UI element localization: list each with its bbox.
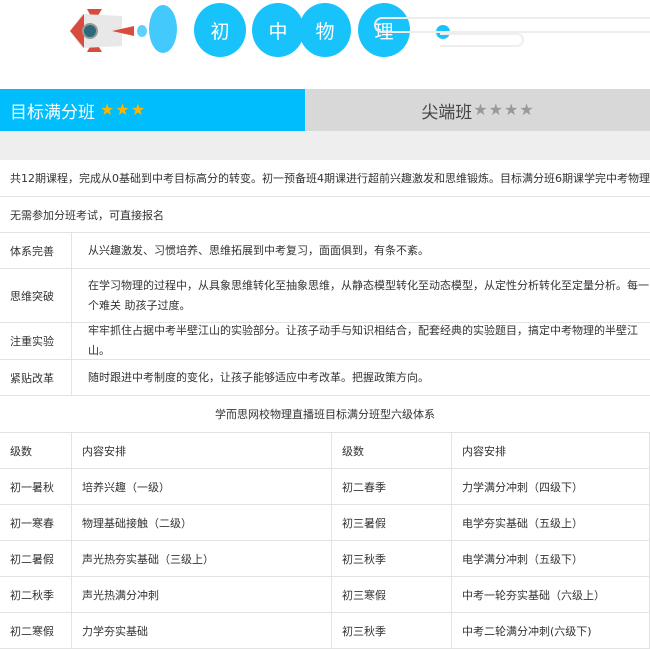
feature-text: 在学习物理的过程中，从具象思维转化至抽象思维，从静态模型转化至动态模型，从定性分… xyxy=(88,278,649,312)
star-icon: ★ xyxy=(100,100,115,119)
feature-text: 随时跟进中考制度的变化，让孩子能够适应中考改革。把握政策方向。 xyxy=(88,370,429,384)
table-cell: 初三寒假 xyxy=(332,577,452,612)
table-cell: 初三暑假 xyxy=(332,505,452,540)
feature-text: 牢牢抓住占据中考半壁江山的实验部分。让孩子动手与知识相结合，配套经典的实验题目，… xyxy=(88,324,638,357)
table-cell: 声光热夯实基础（三级上） xyxy=(72,541,332,576)
title-char: 中 xyxy=(255,6,301,54)
feature-label: 体系完善 xyxy=(0,233,72,268)
feature-text: 从兴趣激发、习惯培养、思维拓展到中考复习，面面俱到，有条不紊。 xyxy=(88,243,429,257)
table-cell: 初一寒春 xyxy=(0,505,72,540)
class-tabs: 目标满分班 ★★★ 尖端班 ★★★★ xyxy=(0,89,650,131)
tab-label: 目标满分班 xyxy=(10,102,95,123)
table-cell: 中考一轮夯实基础（六级上） xyxy=(452,577,650,612)
divider-strip xyxy=(0,131,650,160)
table-cell: 初三秋季 xyxy=(332,613,452,648)
table-cell: 中考二轮满分冲刺(六级下) xyxy=(452,613,650,648)
rocket-icon xyxy=(70,5,177,53)
tab-top-class[interactable]: 尖端班 ★★★★ xyxy=(305,89,650,131)
table-cell: 物理基础接触（二级） xyxy=(72,505,332,540)
decor-line xyxy=(440,33,524,47)
table-row: 初二秋季 声光热满分冲刺 初三寒假 中考一轮夯实基础（六级上） xyxy=(0,577,650,613)
table-cell: 初二秋季 xyxy=(0,577,72,612)
decor-line xyxy=(374,17,650,33)
table-cell: 力学满分冲刺（四级下） xyxy=(452,469,650,504)
column-header: 级数 xyxy=(332,433,452,468)
table-title-text: 学而思网校物理直播班目标满分班型六级体系 xyxy=(215,408,435,421)
star-rating: ★★★★ xyxy=(472,100,533,120)
column-header: 级数 xyxy=(0,433,72,468)
table-cell: 声光热满分冲刺 xyxy=(72,577,332,612)
intro-row: 共12期课程，完成从0基础到中考目标高分的转变。初一预备班4期课进行超前兴趣激发… xyxy=(0,160,650,197)
table-cell: 初一暑秋 xyxy=(0,469,72,504)
intro-text: 共12期课程，完成从0基础到中考目标高分的转变。初一预备班4期课进行超前兴趣激发… xyxy=(10,172,650,185)
table-row: 初一暑秋 培养兴趣（一级） 初二春季 力学满分冲刺（四级下） xyxy=(0,469,650,505)
intro-text: 无需参加分班考试，可直接报名 xyxy=(10,208,164,222)
tab-label: 尖端班 xyxy=(421,102,473,123)
feature-row: 思维突破 在学习物理的过程中，从具象思维转化至抽象思维，从静态模型转化至动态模型，… xyxy=(0,269,650,323)
star-icon: ★ xyxy=(130,100,146,119)
table-cell: 电学夯实基础（五级上） xyxy=(452,505,650,540)
table-cell: 初二暑假 xyxy=(0,541,72,576)
table-title: 学而思网校物理直播班目标满分班型六级体系 xyxy=(0,396,650,433)
table-cell: 初三秋季 xyxy=(332,541,452,576)
intro-row: 无需参加分班考试，可直接报名 xyxy=(0,197,650,233)
feature-label: 思维突破 xyxy=(0,269,72,322)
feature-row: 体系完善 从兴趣激发、习惯培养、思维拓展到中考复习，面面俱到，有条不紊。 xyxy=(0,233,650,269)
column-header: 内容安排 xyxy=(72,433,332,468)
star-icon: ★ xyxy=(115,100,130,119)
title-char: 初 xyxy=(197,6,243,54)
table-row: 初一寒春 物理基础接触（二级） 初三暑假 电学夯实基础（五级上） xyxy=(0,505,650,541)
table-cell: 电学满分冲刺（五级下） xyxy=(452,541,650,576)
title-char: 物 xyxy=(302,6,348,54)
banner: 初 中 物 理 xyxy=(0,0,650,89)
tab-target-full-score[interactable]: 目标满分班 ★★★ xyxy=(0,89,305,131)
star-icon: ★ xyxy=(519,100,534,119)
column-header: 内容安排 xyxy=(452,433,650,468)
table-cell: 初二春季 xyxy=(332,469,452,504)
table-row: 初二寒假 力学夯实基础 初三秋季 中考二轮满分冲刺(六级下) xyxy=(0,613,650,649)
star-icon: ★ xyxy=(473,100,488,119)
table-cell: 力学夯实基础 xyxy=(72,613,332,648)
feature-row: 注重实验 牢牢抓住占据中考半壁江山的实验部分。让孩子动手与知识相结合，配套经典的实… xyxy=(0,323,650,360)
table-cell: 初二寒假 xyxy=(0,613,72,648)
feature-label: 注重实验 xyxy=(0,323,72,359)
feature-row: 紧贴改革 随时跟进中考制度的变化，让孩子能够适应中考改革。把握政策方向。 xyxy=(0,360,650,396)
table-header: 级数 内容安排 级数 内容安排 xyxy=(0,433,650,469)
feature-label: 紧贴改革 xyxy=(0,360,72,395)
table-cell: 培养兴趣（一级） xyxy=(72,469,332,504)
star-rating: ★★★ xyxy=(99,100,145,120)
star-icon: ★ xyxy=(504,100,519,119)
star-icon: ★ xyxy=(488,100,503,119)
table-row: 初二暑假 声光热夯实基础（三级上） 初三秋季 电学满分冲刺（五级下） xyxy=(0,541,650,577)
